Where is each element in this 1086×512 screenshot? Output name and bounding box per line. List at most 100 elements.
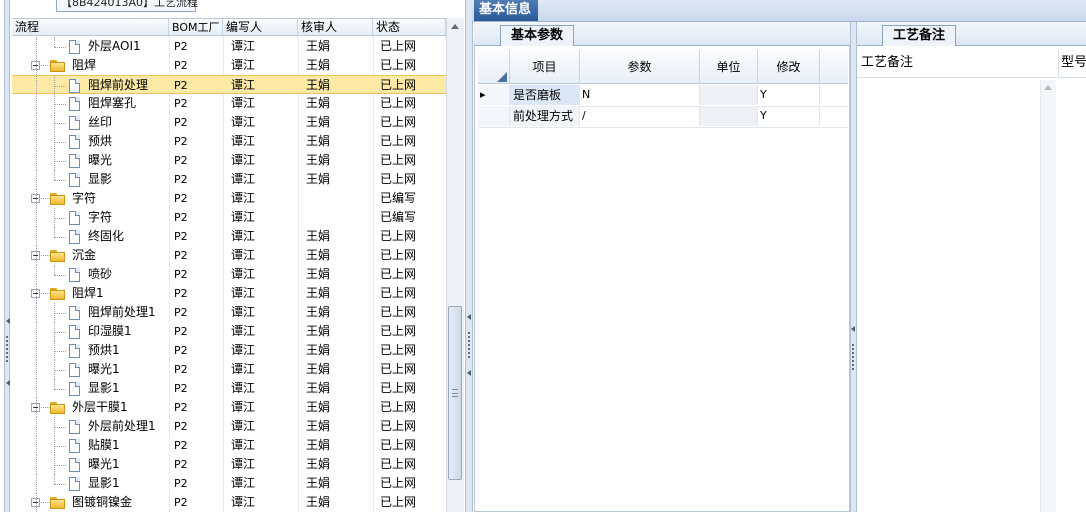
notes-column-header[interactable]: 工艺备注 [857, 50, 1057, 78]
tree-step-row[interactable]: 丝印 P2 谭江 王娟 已上网 [12, 113, 446, 132]
writer-name: 谭江 [231, 153, 256, 167]
bom-factory: P2 [174, 363, 188, 376]
tab-basic-params[interactable]: 基本参数 [500, 25, 574, 46]
col-header-writer[interactable]: 编写人 [223, 19, 298, 37]
tree-step-row[interactable]: 预烘 P2 谭江 王娟 已上网 [12, 132, 446, 151]
param-modify[interactable]: Y [758, 85, 820, 105]
tree-step-row[interactable]: 显影1 P2 谭江 王娟 已上网 [12, 474, 446, 493]
status-text: 已上网 [380, 286, 417, 300]
folder-icon [50, 497, 65, 509]
status-text: 已上网 [380, 172, 417, 186]
tree-step-row[interactable]: 曝光 P2 谭江 王娟 已上网 [12, 151, 446, 170]
tree-step-row[interactable]: 阻焊前处理1 P2 谭江 王娟 已上网 [12, 303, 446, 322]
middle-splitter[interactable] [465, 0, 473, 512]
tree-folder-row[interactable]: 图镀铜镍金 P2 谭江 王娟 已上网 [12, 493, 446, 512]
writer-name: 谭江 [231, 229, 256, 243]
collapse-left-icon[interactable] [467, 370, 471, 376]
col-header-status[interactable]: 状态 [373, 19, 446, 37]
writer-name: 谭江 [231, 343, 256, 357]
tree-folder-row[interactable]: 字符 P2 谭江 已编写 [12, 189, 446, 208]
step-name: 字符 [88, 210, 113, 224]
step-name: 字符 [72, 191, 97, 205]
bom-factory: P2 [174, 439, 188, 452]
right-splitter[interactable] [850, 22, 857, 512]
tab-process-notes[interactable]: 工艺备注 [882, 25, 956, 46]
writer-name: 谭江 [231, 419, 256, 433]
tree-step-row[interactable]: 预烘1 P2 谭江 王娟 已上网 [12, 341, 446, 360]
writer-name: 谭江 [231, 115, 256, 129]
model-notes-column-header[interactable]: 型号备注 [1058, 50, 1086, 78]
scroll-up-icon[interactable] [448, 20, 462, 34]
document-icon [69, 363, 80, 377]
col-header-unit[interactable]: 单位 [700, 50, 758, 84]
reviewer-name: 王娟 [306, 248, 331, 262]
document-icon [69, 230, 80, 244]
status-text: 已上网 [380, 153, 417, 167]
step-name: 显影1 [88, 476, 120, 490]
status-text: 已上网 [380, 96, 417, 110]
writer-name: 谭江 [231, 476, 256, 490]
status-text: 已上网 [380, 229, 417, 243]
tree-step-row[interactable]: 外层前处理1 P2 谭江 王娟 已上网 [12, 417, 446, 436]
tree-step-row[interactable]: 喷砂 P2 谭江 王娟 已上网 [12, 265, 446, 284]
status-text: 已上网 [380, 362, 417, 376]
param-item: 是否磨板 [510, 85, 580, 105]
tree-step-row[interactable]: 外层AOI1 P2 谭江 王娟 已上网 [12, 37, 446, 56]
process-tree-header: 流程 BOM工厂 编写人 核审人 状态 [12, 18, 464, 37]
col-header-bom[interactable]: BOM工厂 [169, 19, 223, 37]
param-value[interactable]: / [580, 106, 700, 126]
params-grid-header: 项目 参数 单位 修改 [478, 50, 848, 84]
bom-factory: P2 [174, 268, 188, 281]
tree-step-row[interactable]: 曝光1 P2 谭江 王娟 已上网 [12, 455, 446, 474]
tree-step-row[interactable]: 贴膜1 P2 谭江 王娟 已上网 [12, 436, 446, 455]
step-name: 外层AOI1 [88, 39, 141, 53]
writer-name: 谭江 [231, 134, 256, 148]
tab-basic-info[interactable]: 基本信息 [474, 0, 538, 21]
collapse-left-icon[interactable] [6, 380, 10, 386]
col-header-item[interactable]: 项目 [510, 50, 580, 84]
scroll-up-icon[interactable] [1043, 84, 1053, 92]
tree-step-row[interactable]: 曝光1 P2 谭江 王娟 已上网 [12, 360, 446, 379]
tree-step-row[interactable]: 字符 P2 谭江 已编写 [12, 208, 446, 227]
process-flow-tab[interactable]: 【8B424013A0】工艺流程 [56, 0, 198, 12]
tree-step-row[interactable]: 阻焊前处理 P2 谭江 王娟 已上网 [12, 75, 446, 95]
tree-folder-row[interactable]: 沉金 P2 谭江 王娟 已上网 [12, 246, 446, 265]
tree-step-row[interactable]: 印湿膜1 P2 谭江 王娟 已上网 [12, 322, 446, 341]
status-text: 已上网 [380, 343, 417, 357]
row-indicator-icon: ▸ [478, 85, 510, 105]
col-header-flow[interactable]: 流程 [12, 19, 169, 37]
col-header-modify[interactable]: 修改 [758, 50, 820, 84]
reviewer-name: 王娟 [306, 153, 331, 167]
params-row[interactable]: 前处理方式 / Y [478, 106, 848, 128]
writer-name: 谭江 [231, 305, 256, 319]
bom-factory: P2 [174, 382, 188, 395]
tree-folder-row[interactable]: 阻焊1 P2 谭江 王娟 已上网 [12, 284, 446, 303]
tree-step-row[interactable]: 阻焊塞孔 P2 谭江 王娟 已上网 [12, 94, 446, 113]
writer-name: 谭江 [231, 210, 256, 224]
bom-factory: P2 [174, 458, 188, 471]
col-header-reviewer[interactable]: 核审人 [298, 19, 373, 37]
writer-name: 谭江 [231, 438, 256, 452]
collapse-left-icon[interactable] [6, 318, 10, 324]
writer-name: 谭江 [231, 96, 256, 110]
left-splitter[interactable] [4, 0, 10, 512]
step-name: 喷砂 [88, 267, 113, 281]
tree-step-row[interactable]: 显影1 P2 谭江 王娟 已上网 [12, 379, 446, 398]
col-header-param[interactable]: 参数 [580, 50, 700, 84]
row-selector[interactable] [478, 106, 510, 126]
writer-name: 谭江 [231, 58, 256, 72]
param-value[interactable]: N [580, 85, 700, 105]
reviewer-name: 王娟 [306, 362, 331, 376]
document-icon [69, 79, 80, 93]
collapse-left-icon[interactable] [467, 314, 471, 320]
step-name: 阻焊前处理 [88, 78, 149, 92]
tree-folder-row[interactable]: 外层干膜1 P2 谭江 王娟 已上网 [12, 398, 446, 417]
tree-folder-row[interactable]: 阻焊 P2 谭江 王娟 已上网 [12, 56, 446, 75]
reviewer-name: 王娟 [306, 39, 331, 53]
collapse-left-icon[interactable] [851, 326, 855, 332]
tree-step-row[interactable]: 显影 P2 谭江 王娟 已上网 [12, 170, 446, 189]
params-row[interactable]: ▸ 是否磨板 N Y [478, 85, 848, 107]
notes-scrollbar[interactable] [1040, 80, 1056, 512]
param-modify[interactable]: Y [758, 106, 820, 126]
tree-step-row[interactable]: 终固化 P2 谭江 王娟 已上网 [12, 227, 446, 246]
